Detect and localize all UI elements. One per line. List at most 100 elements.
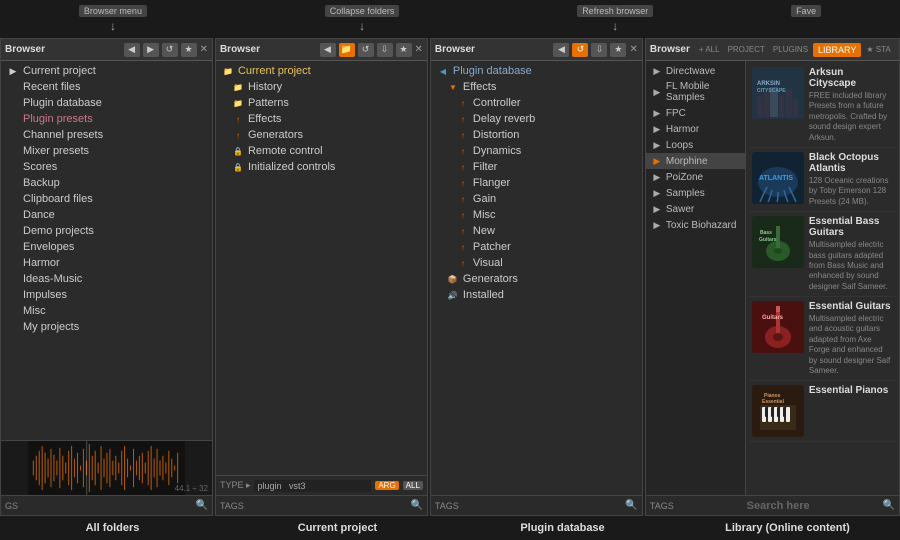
search-icon[interactable]: 🔍 (883, 500, 895, 511)
folder-btn[interactable]: 📁 (339, 43, 355, 57)
list-item[interactable]: ↑ New (431, 223, 642, 239)
lib-sidebar-item[interactable]: ▶ FL Mobile Samples (646, 79, 745, 105)
refresh-btn[interactable]: ↺ (162, 43, 178, 57)
lib-sidebar-item[interactable]: ▶ FPC (646, 105, 745, 121)
search-icon[interactable]: 🔍 (196, 500, 208, 511)
list-item[interactable]: ↑ Misc (431, 207, 642, 223)
list-item[interactable]: 📦 Generators (431, 271, 642, 287)
list-item[interactable]: ↑ Flanger (431, 175, 642, 191)
search-icon[interactable]: 🔍 (625, 500, 637, 511)
lib-sidebar-item[interactable]: ▶ Samples (646, 185, 745, 201)
refresh-btn[interactable]: ↺ (358, 43, 374, 57)
lib-card-bass-guitars[interactable]: Bass Guitars Essential Bass Guitars Mult… (748, 212, 897, 297)
list-item[interactable]: ↑ Delay reverb (431, 111, 642, 127)
lib-sidebar-item[interactable]: ▶ Directwave (646, 63, 745, 79)
list-item[interactable]: 🔒 Initialized controls (216, 159, 427, 175)
list-item[interactable]: ↑ Dynamics (431, 143, 642, 159)
list-item[interactable]: Harmor (1, 255, 212, 271)
list-item[interactable]: Recent files (1, 79, 212, 95)
search-here-label: Search here (678, 500, 879, 512)
tags-label: TAGS (650, 501, 674, 511)
list-item[interactable]: ↑ Visual (431, 255, 642, 271)
search-icon[interactable]: 🔍 (410, 500, 422, 511)
list-item[interactable]: ↑ Effects (216, 111, 427, 127)
close-btn[interactable]: ✕ (415, 44, 423, 55)
lib-card-pianos[interactable]: Essential Pianos Essential Pianos (748, 381, 897, 442)
list-item[interactable]: ↑ Distortion (431, 127, 642, 143)
blank-icon (7, 113, 19, 125)
gain-icon: ↑ (457, 193, 469, 205)
tab-project[interactable]: PROJECT (725, 43, 768, 56)
all-folders-content: ▶ Current project Recent files Plugin da… (1, 61, 212, 440)
list-item[interactable]: Impulses (1, 287, 212, 303)
svg-text:CITYSCAPE: CITYSCAPE (757, 88, 786, 94)
all-badge: ALL (403, 481, 423, 490)
list-item[interactable]: 📁 Patterns (216, 95, 427, 111)
close-btn[interactable]: ✕ (629, 44, 637, 55)
svg-text:ATLANTIS: ATLANTIS (759, 175, 793, 182)
collapse-btn[interactable]: ⇩ (377, 43, 393, 57)
list-item[interactable]: Scores (1, 159, 212, 175)
library-title: Browser (650, 44, 690, 55)
lib-card-atlantis[interactable]: ATLANTIS Black Octopus Atlantis 128 Ocea… (748, 148, 897, 212)
list-item[interactable]: ▶ Current project (1, 63, 212, 79)
bass-guitars-info: Essential Bass Guitars Multisampled elec… (809, 216, 893, 292)
star-btn[interactable]: ★ (610, 43, 626, 57)
lib-card-arksun[interactable]: ARKSIN CITYSCAPE Arksun Cityscape FREE i… (748, 63, 897, 148)
list-item[interactable]: Dance (1, 207, 212, 223)
list-item[interactable]: ↑ Filter (431, 159, 642, 175)
lib-sidebar-item[interactable]: ▶ Toxic Biohazard (646, 217, 745, 233)
list-item[interactable]: 📁 History (216, 79, 427, 95)
type-input[interactable] (254, 480, 371, 492)
star-btn[interactable]: ★ (396, 43, 412, 57)
lib-sidebar-item[interactable]: ▶ Loops (646, 137, 745, 153)
list-item[interactable]: ↑ Gain (431, 191, 642, 207)
list-item[interactable]: Plugin presets (1, 111, 212, 127)
list-item[interactable]: Envelopes (1, 239, 212, 255)
atlantis-thumb: ATLANTIS (752, 152, 804, 204)
list-item[interactable]: Backup (1, 175, 212, 191)
atlantis-title: Black Octopus Atlantis (809, 152, 893, 174)
list-item[interactable]: ↑ Patcher (431, 239, 642, 255)
back-btn[interactable]: ◀ (124, 43, 140, 57)
back-btn[interactable]: ◀ (553, 43, 569, 57)
list-item[interactable]: My projects (1, 319, 212, 335)
list-item[interactable]: Mixer presets (1, 143, 212, 159)
list-item[interactable]: Misc (1, 303, 212, 319)
close-btn[interactable]: ✕ (200, 44, 208, 55)
list-item[interactable]: 📁 Current project (216, 63, 427, 79)
tab-library[interactable]: LIBRARY (813, 43, 861, 57)
effects-icon: ↑ (232, 113, 244, 125)
list-item[interactable]: Clipboard files (1, 191, 212, 207)
list-item[interactable]: 🔒 Remote control (216, 143, 427, 159)
guitars-info: Essential Guitars Multisampled electric … (809, 301, 893, 376)
tab-plugins[interactable]: PLUGINS (770, 43, 811, 56)
tooltip-bar: Browser menu ↓ Collapse folders ↓ Refres… (0, 0, 900, 38)
tab-all[interactable]: + ALL (696, 43, 723, 56)
lib-card-guitars[interactable]: Guitars Essential Guitars Multisampled e… (748, 297, 897, 381)
svg-text:Guitars: Guitars (762, 315, 784, 321)
refresh-btn-active[interactable]: ↺ (572, 43, 588, 57)
list-item[interactable]: Channel presets (1, 127, 212, 143)
list-item[interactable]: Plugin database (1, 95, 212, 111)
list-item[interactable]: ◀ Plugin database (431, 63, 642, 79)
current-project-title: Browser (220, 44, 260, 55)
blank-icon (7, 209, 19, 221)
lib-sidebar-item[interactable]: ▶ Harmor (646, 121, 745, 137)
list-item[interactable]: Ideas-Music (1, 271, 212, 287)
blank-icon (7, 161, 19, 173)
list-item[interactable]: Demo projects (1, 223, 212, 239)
list-item[interactable]: 🔊 Installed (431, 287, 642, 303)
forward-btn[interactable]: ▶ (143, 43, 159, 57)
back-btn[interactable]: ◀ (320, 43, 336, 57)
star-btn[interactable]: ★ (181, 43, 197, 57)
list-item[interactable]: ▼ Effects (431, 79, 642, 95)
list-item[interactable]: ↑ Controller (431, 95, 642, 111)
pianos-thumb: Essential Pianos (752, 385, 804, 437)
collapse-btn[interactable]: ⇩ (591, 43, 607, 57)
lib-sidebar-morphine[interactable]: ▶ Morphine (646, 153, 745, 169)
tab-starred[interactable]: ★ STA (863, 43, 893, 56)
lib-sidebar-item[interactable]: ▶ PoiZone (646, 169, 745, 185)
list-item[interactable]: ↑ Generators (216, 127, 427, 143)
lib-sidebar-item[interactable]: ▶ Sawer (646, 201, 745, 217)
